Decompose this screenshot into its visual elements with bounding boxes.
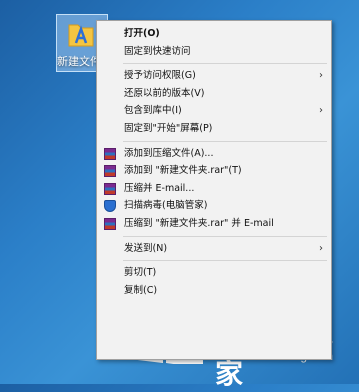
menu-item-label: 复制(C) xyxy=(124,284,158,296)
menu-item[interactable]: 压缩到 "新建文件夹.rar" 并 E-mail xyxy=(97,215,331,233)
menu-item-label: 扫描病毒(电脑管家) xyxy=(124,200,208,212)
menu-separator xyxy=(123,140,327,142)
chevron-right-icon: › xyxy=(319,105,323,117)
menu-separator xyxy=(123,260,327,262)
menu-item-label: 打开(O) xyxy=(124,28,160,39)
menu-item[interactable]: 固定到快速访问 xyxy=(97,43,331,61)
menu-item-label: 还原以前的版本(V) xyxy=(124,87,205,99)
menu-item[interactable]: 添加到压缩文件(A)... xyxy=(97,145,331,163)
menu-item-label: 添加到 "新建文件夹.rar"(T) xyxy=(124,165,242,177)
winrar-icon xyxy=(104,217,116,230)
winrar-icon xyxy=(104,147,116,160)
menu-item-label: 授予访问权限(G) xyxy=(124,70,196,82)
menu-item-label: 添加到压缩文件(A)... xyxy=(124,147,214,159)
menu-item[interactable]: 剪切(T) xyxy=(97,264,331,282)
menu-item[interactable]: 添加到 "新建文件夹.rar"(T) xyxy=(97,162,331,180)
menu-item-label: 剪切(T) xyxy=(124,267,157,279)
menu-item[interactable]: 压缩并 E-mail... xyxy=(97,180,331,198)
menu-item-label: 固定到快速访问 xyxy=(124,45,191,57)
menu-item[interactable]: 授予访问权限(G) › xyxy=(97,67,331,85)
menu-item-label: 压缩到 "新建文件夹.rar" 并 E-mail xyxy=(124,217,274,229)
context-menu: 打开(O) 固定到快速访问 授予访问权限(G) › 还原以前的版本(V) 包含到库中(I)… xyxy=(96,20,332,360)
menu-item[interactable]: 打开(O) xyxy=(97,25,331,43)
chevron-right-icon: › xyxy=(319,242,323,254)
menu-item-label: 固定到"开始"屏幕(P) xyxy=(124,122,213,134)
winrar-icon xyxy=(104,182,116,195)
folder-icon xyxy=(68,24,94,47)
menu-item[interactable]: 扫描病毒(电脑管家) xyxy=(97,197,331,215)
shield-icon xyxy=(104,200,116,213)
chevron-right-icon: › xyxy=(319,70,323,82)
menu-item-label: 压缩并 E-mail... xyxy=(124,182,195,194)
winrar-icon xyxy=(104,165,116,178)
menu-item-label: 包含到库中(I) xyxy=(124,105,182,117)
menu-item[interactable]: 还原以前的版本(V) xyxy=(97,85,331,103)
menu-separator xyxy=(123,235,327,237)
menu-separator xyxy=(123,63,327,65)
menu-item[interactable]: 包含到库中(I) › xyxy=(97,102,331,120)
menu-item[interactable]: 复制(C) xyxy=(97,282,331,300)
menu-item-label: 发送到(N) xyxy=(124,242,168,254)
menu-item[interactable]: 发送到(N) › xyxy=(97,240,331,258)
menu-item[interactable]: 固定到"开始"屏幕(P) xyxy=(97,120,331,138)
